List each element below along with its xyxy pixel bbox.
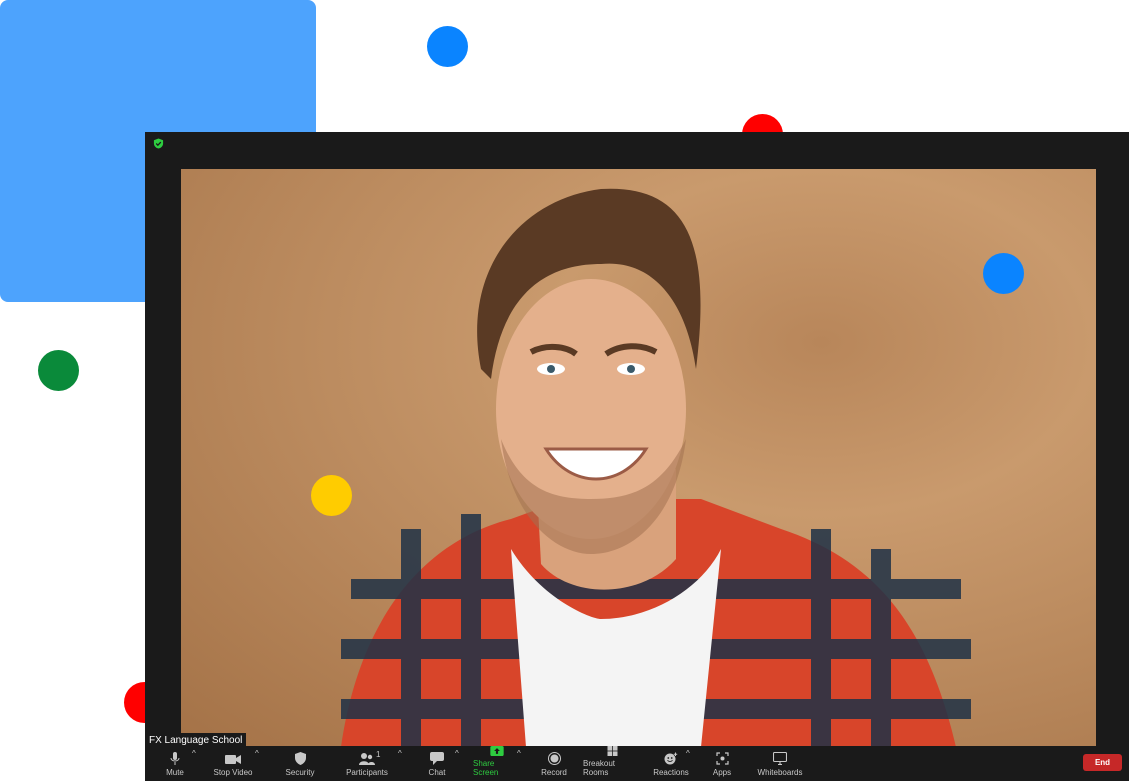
- chat-options-caret[interactable]: ^: [455, 749, 459, 758]
- video-camera-icon: [225, 755, 241, 764]
- meeting-window: FX Language School Mute ^ Stop Video ^ S…: [145, 132, 1129, 781]
- participant-photo: [341, 188, 971, 747]
- participants-options-caret[interactable]: ^: [398, 749, 402, 758]
- share-screen-icon: [490, 746, 504, 756]
- record-icon: [547, 752, 561, 765]
- video-options-caret[interactable]: ^: [255, 749, 259, 758]
- end-meeting-button[interactable]: End: [1083, 754, 1122, 771]
- apps-button[interactable]: Apps: [709, 746, 735, 781]
- security-button[interactable]: Security: [283, 746, 317, 781]
- participants-icon: [359, 753, 375, 765]
- participants-button[interactable]: Participants: [345, 746, 389, 781]
- stop-video-button[interactable]: Stop Video: [211, 746, 255, 781]
- whiteboards-label: Whiteboards: [757, 768, 803, 777]
- decorative-yellow-dot: [311, 475, 352, 516]
- microphone-icon: [170, 752, 180, 765]
- participants-label: Participants: [346, 768, 388, 777]
- reactions-icon: [664, 752, 678, 765]
- breakout-rooms-label: Breakout Rooms: [583, 759, 616, 777]
- reactions-button[interactable]: Reactions: [652, 746, 690, 781]
- mute-button[interactable]: Mute: [163, 746, 187, 781]
- participant-count: 1: [376, 750, 381, 759]
- mute-options-caret[interactable]: ^: [192, 749, 196, 758]
- whiteboard-icon: [773, 752, 787, 765]
- meeting-toolbar: Mute ^ Stop Video ^ Security Participant…: [145, 746, 1129, 781]
- apps-label: Apps: [712, 768, 732, 777]
- apps-icon: [715, 752, 729, 765]
- share-screen-label: Share Screen: [473, 759, 499, 777]
- shield-check-icon: [153, 138, 164, 149]
- reactions-options-caret[interactable]: ^: [686, 749, 690, 758]
- decorative-blue-dot-video: [983, 253, 1024, 294]
- participant-video: [181, 169, 1096, 747]
- chat-label: Chat: [428, 768, 446, 777]
- reactions-label: Reactions: [653, 768, 689, 777]
- whiteboards-button[interactable]: Whiteboards: [755, 746, 805, 781]
- decorative-green-dot: [38, 350, 79, 391]
- share-options-caret[interactable]: ^: [517, 749, 521, 758]
- stop-video-label: Stop Video: [213, 768, 253, 777]
- share-screen-button[interactable]: Share Screen: [473, 746, 521, 781]
- shield-icon: [294, 752, 306, 765]
- chat-bubble-icon: [430, 752, 444, 765]
- mute-label: Mute: [166, 768, 184, 777]
- chat-button[interactable]: Chat: [425, 746, 449, 781]
- security-label: Security: [285, 768, 315, 777]
- record-label: Record: [541, 768, 567, 777]
- breakout-rooms-button[interactable]: Breakout Rooms: [583, 746, 641, 781]
- record-button[interactable]: Record: [539, 746, 569, 781]
- decorative-blue-dot: [427, 26, 468, 67]
- breakout-rooms-icon: [607, 746, 617, 756]
